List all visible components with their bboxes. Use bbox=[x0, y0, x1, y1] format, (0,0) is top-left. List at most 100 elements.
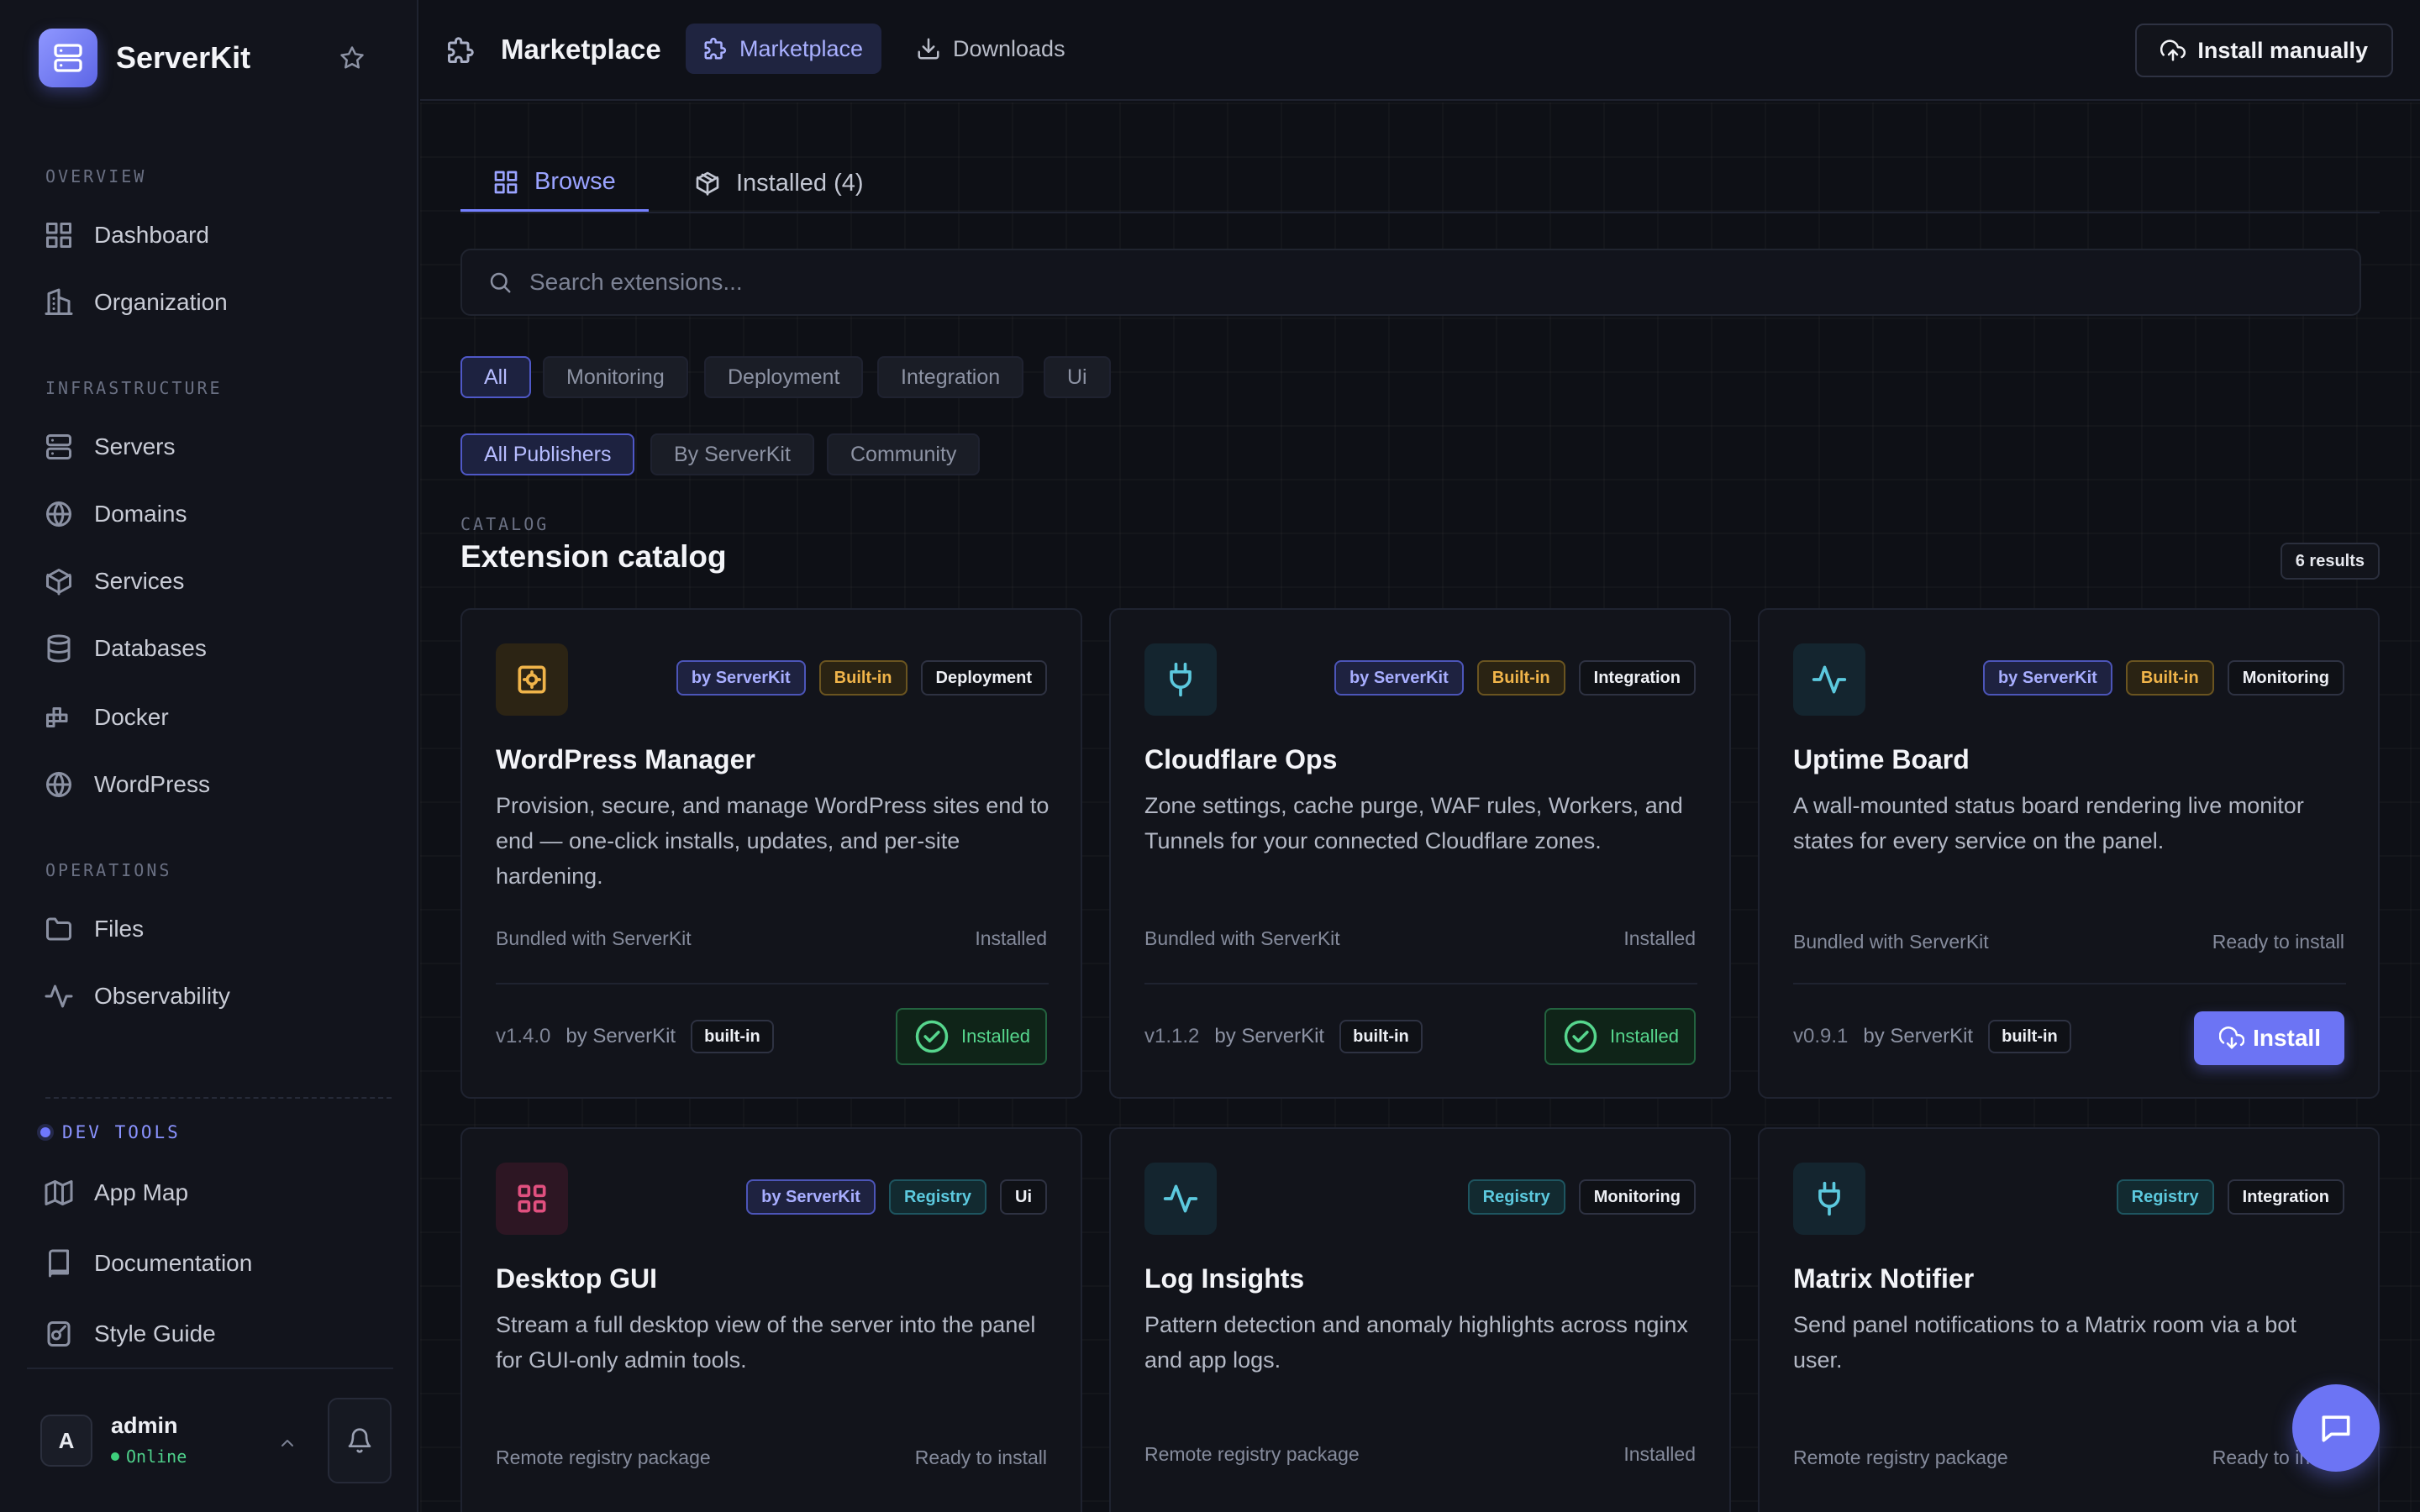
installed-button[interactable]: Installed bbox=[896, 1008, 1047, 1065]
avatar[interactable]: A bbox=[40, 1415, 92, 1467]
registry-tag: Registry bbox=[1467, 1179, 1565, 1215]
sidebar-item-observability[interactable]: Observability bbox=[44, 974, 230, 1018]
extension-card-uptime-board[interactable]: by ServerKit Built-in Monitoring Uptime … bbox=[1758, 608, 2380, 1099]
grid-icon bbox=[492, 169, 519, 196]
sidebar-item-label: Domains bbox=[94, 501, 187, 527]
sidebar-item-domains[interactable]: Domains bbox=[44, 492, 187, 536]
sidebar-item-label: Servers bbox=[94, 433, 176, 459]
card-tags: by ServerKit Built-in Deployment bbox=[676, 660, 1047, 696]
card-title: Log Insights bbox=[1144, 1263, 1305, 1294]
tab-browse[interactable]: Browse bbox=[460, 155, 649, 212]
extension-card-matrix-notifier[interactable]: Registry Integration Matrix Notifier Sen… bbox=[1758, 1127, 2380, 1512]
filter-publisher-all[interactable]: All Publishers bbox=[460, 433, 635, 475]
sidebar-item-label: Services bbox=[94, 568, 185, 594]
publisher-tag: by ServerKit bbox=[746, 1179, 876, 1215]
publisher-tag: by ServerKit bbox=[1334, 660, 1464, 696]
tab-downloads[interactable]: Downloads bbox=[901, 24, 1081, 74]
extension-card-desktop-gui[interactable]: by ServerKit Registry Ui Desktop GUI Str… bbox=[460, 1127, 1082, 1512]
category-tag: Monitoring bbox=[2227, 660, 2344, 696]
builtin-tag: Built-in bbox=[1476, 660, 1565, 696]
card-divider bbox=[1793, 983, 2346, 984]
section-label-devtools: DEV TOOLS bbox=[40, 1122, 181, 1142]
sidebar-item-dashboard[interactable]: Dashboard bbox=[44, 213, 209, 257]
filter-category-integration[interactable]: Integration bbox=[877, 356, 1024, 398]
results-count: 6 results bbox=[2280, 543, 2380, 580]
extension-card-cloudflare-ops[interactable]: by ServerKit Built-in Integration Cloudf… bbox=[1109, 608, 1731, 1099]
install-button[interactable]: Install bbox=[2194, 1011, 2344, 1065]
chevron-up-icon[interactable] bbox=[277, 1433, 297, 1453]
notifications-button[interactable] bbox=[328, 1398, 392, 1483]
tab-label: Downloads bbox=[953, 35, 1065, 61]
publisher: by ServerKit bbox=[566, 1025, 676, 1047]
card-title: Matrix Notifier bbox=[1793, 1263, 1975, 1294]
search-box[interactable] bbox=[460, 249, 2361, 316]
category-tag: Monitoring bbox=[1578, 1179, 1696, 1215]
sidebar-item-organization[interactable]: Organization bbox=[44, 281, 228, 324]
sidebar-item-services[interactable]: Services bbox=[44, 559, 184, 603]
card-meta: v1.1.2 by ServerKit built-in bbox=[1144, 1020, 1423, 1053]
cloud-download-icon bbox=[2219, 1026, 2245, 1051]
bell-icon bbox=[346, 1427, 373, 1454]
card-divider bbox=[496, 983, 1049, 984]
filter-category-deployment[interactable]: Deployment bbox=[704, 356, 864, 398]
topbar: Marketplace Marketplace Downloads Instal… bbox=[420, 0, 2420, 101]
devtools-dot bbox=[40, 1127, 50, 1137]
page-title: Marketplace bbox=[501, 34, 661, 65]
card-state: Ready to install bbox=[2212, 931, 2344, 953]
card-state: Installed bbox=[1623, 1443, 1696, 1465]
installed-button[interactable]: Installed bbox=[1544, 1008, 1696, 1065]
sidebar-item-app-map[interactable]: App Map bbox=[44, 1171, 188, 1215]
map-icon bbox=[44, 1178, 74, 1208]
version: v1.1.2 bbox=[1144, 1025, 1200, 1047]
card-source: Bundled with ServerKit bbox=[496, 927, 692, 949]
sidebar-item-servers[interactable]: Servers bbox=[44, 425, 175, 469]
sidebar-item-label: App Map bbox=[94, 1179, 189, 1205]
sidebar-item-docker[interactable]: Docker bbox=[44, 696, 169, 739]
sidebar-item-files[interactable]: Files bbox=[44, 907, 144, 951]
filter-publisher-serverkit[interactable]: By ServerKit bbox=[650, 433, 814, 475]
sidebar-divider bbox=[45, 1097, 392, 1099]
brand[interactable]: ServerKit bbox=[39, 29, 250, 87]
sidebar-item-label: Style Guide bbox=[94, 1320, 216, 1347]
sidebar-item-wordpress[interactable]: WordPress bbox=[44, 763, 210, 806]
extension-card-log-insights[interactable]: Registry Monitoring Log Insights Pattern… bbox=[1109, 1127, 1731, 1512]
search-icon bbox=[487, 270, 513, 295]
extension-card-wordpress-manager[interactable]: by ServerKit Built-in Deployment WordPre… bbox=[460, 608, 1082, 1099]
card-source: Remote registry package bbox=[1144, 1443, 1360, 1465]
grid-icon bbox=[496, 1163, 568, 1235]
tab-installed[interactable]: Installed (4) bbox=[694, 155, 864, 212]
sidebar-item-style-guide[interactable]: Style Guide bbox=[44, 1312, 216, 1356]
chat-button[interactable] bbox=[2292, 1384, 2380, 1472]
palette-icon bbox=[44, 1319, 74, 1349]
plug-icon bbox=[1793, 1163, 1865, 1235]
filter-category-all[interactable]: All bbox=[460, 356, 531, 398]
card-divider bbox=[1144, 983, 1697, 984]
book-icon bbox=[44, 1248, 74, 1278]
sidebar-item-label: WordPress bbox=[94, 771, 210, 797]
section-label-infrastructure: INFRASTRUCTURE bbox=[45, 378, 223, 398]
search-input[interactable] bbox=[529, 269, 2210, 296]
card-description: A wall-mounted status board rendering li… bbox=[1793, 793, 2304, 853]
install-manually-button[interactable]: Install manually bbox=[2135, 24, 2393, 77]
star-icon[interactable] bbox=[339, 45, 365, 71]
publisher-tag: by ServerKit bbox=[1982, 660, 2112, 696]
tab-label: Browse bbox=[534, 168, 616, 195]
docker-containers-icon bbox=[44, 702, 74, 732]
package-icon bbox=[694, 170, 721, 197]
devtools-label: DEV TOOLS bbox=[62, 1122, 181, 1142]
card-state: Ready to install bbox=[914, 1446, 1047, 1468]
card-tags: Registry Monitoring bbox=[1467, 1179, 1696, 1215]
filter-category-monitoring[interactable]: Monitoring bbox=[543, 356, 688, 398]
user-name[interactable]: admin bbox=[111, 1413, 178, 1439]
sidebar-item-label: Observability bbox=[94, 983, 230, 1009]
plug-icon bbox=[1144, 643, 1217, 716]
sidebar-item-databases[interactable]: Databases bbox=[44, 627, 207, 670]
filter-category-ui[interactable]: Ui bbox=[1044, 356, 1111, 398]
user-status: Online bbox=[111, 1446, 187, 1467]
tab-marketplace[interactable]: Marketplace bbox=[686, 24, 882, 74]
puzzle-icon bbox=[702, 36, 728, 61]
card-description: Zone settings, cache purge, WAF rules, W… bbox=[1144, 793, 1683, 853]
sidebar-item-documentation[interactable]: Documentation bbox=[44, 1242, 252, 1285]
database-icon bbox=[44, 633, 74, 664]
filter-publisher-community[interactable]: Community bbox=[827, 433, 981, 475]
